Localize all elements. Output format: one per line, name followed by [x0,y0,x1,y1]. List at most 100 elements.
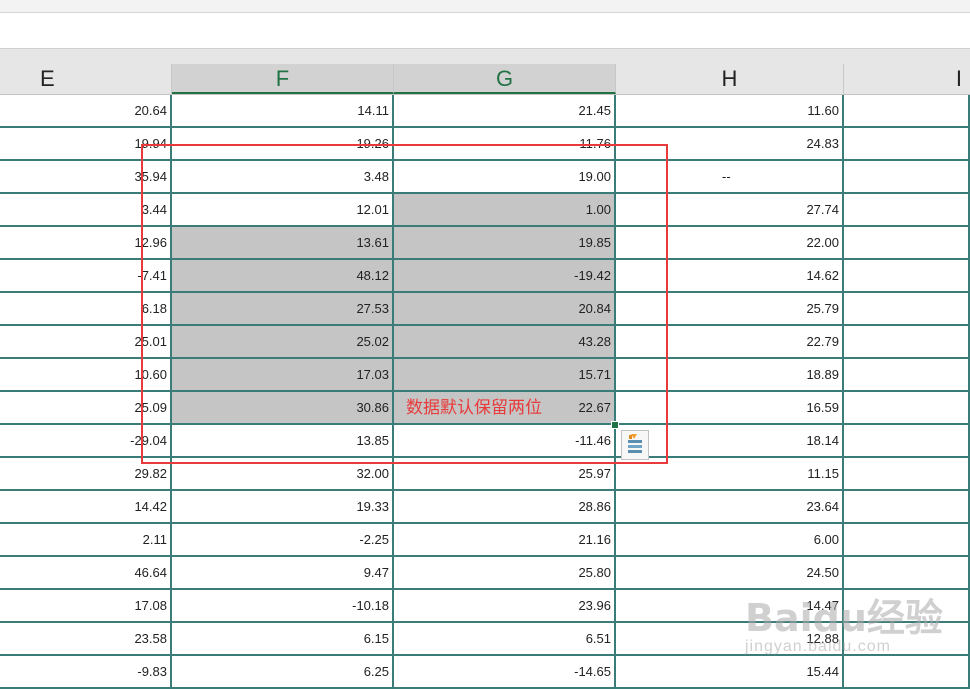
cell-i[interactable] [844,458,970,491]
cell-i[interactable] [844,161,970,194]
cell-h[interactable]: 11.15 [616,458,844,491]
cell-i[interactable] [844,491,970,524]
table-row: 17.08 -10.18 23.96 14.47 [0,590,970,623]
cell-g[interactable]: 6.51 [394,623,616,656]
cell-g[interactable]: 25.80 [394,557,616,590]
cell-f[interactable]: 27.53 [172,293,394,326]
cell-e[interactable]: -9.83 [0,656,172,689]
cell-f[interactable]: 9.47 [172,557,394,590]
cell-h[interactable]: 12.88 [616,623,844,656]
cell-i[interactable] [844,557,970,590]
cell-f[interactable]: 48.12 [172,260,394,293]
cell-g[interactable]: 19.00 [394,161,616,194]
cell-g[interactable]: 28.86 [394,491,616,524]
cell-i[interactable] [844,524,970,557]
cell-i[interactable] [844,392,970,425]
cell-f[interactable]: -2.25 [172,524,394,557]
cell-e[interactable]: 19.94 [0,128,172,161]
cell-g[interactable]: -11.46 [394,425,616,458]
cell-h[interactable]: 23.64 [616,491,844,524]
cell-i[interactable] [844,260,970,293]
cell-h[interactable]: 22.79 [616,326,844,359]
cell-i[interactable] [844,656,970,689]
cell-g[interactable]: 25.97 [394,458,616,491]
cell-e[interactable]: 23.58 [0,623,172,656]
cell-e[interactable]: 17.08 [0,590,172,623]
cell-g[interactable]: 1.00 [394,194,616,227]
cell-f[interactable]: 17.03 [172,359,394,392]
cell-i[interactable] [844,623,970,656]
cell-g[interactable]: 11.76 [394,128,616,161]
cell-i[interactable] [844,128,970,161]
table-row: 19.94 19.26 11.76 24.83 [0,128,970,161]
cell-f[interactable]: 12.01 [172,194,394,227]
cell-f[interactable]: 3.48 [172,161,394,194]
cell-e[interactable]: 29.82 [0,458,172,491]
cell-f[interactable]: 6.25 [172,656,394,689]
cell-e[interactable]: 20.64 [0,95,172,128]
column-header-i[interactable]: I [844,64,970,94]
fill-handle[interactable] [611,421,619,429]
cell-f[interactable]: 32.00 [172,458,394,491]
cell-h[interactable]: 14.47 [616,590,844,623]
cell-g[interactable]: 20.84 [394,293,616,326]
cell-i[interactable] [844,590,970,623]
cell-h[interactable]: 15.44 [616,656,844,689]
cell-f[interactable]: -10.18 [172,590,394,623]
column-header-h[interactable]: H [616,64,844,94]
cell-i[interactable] [844,227,970,260]
cell-h[interactable]: 14.62 [616,260,844,293]
cell-f[interactable]: 19.33 [172,491,394,524]
cell-h[interactable]: -- [616,161,844,194]
cell-e[interactable]: 35.94 [0,161,172,194]
cell-g[interactable]: -19.42 [394,260,616,293]
cell-i[interactable] [844,194,970,227]
cell-i[interactable] [844,293,970,326]
cell-h[interactable]: 24.83 [616,128,844,161]
cell-e[interactable]: 6.18 [0,293,172,326]
cell-h[interactable]: 16.59 [616,392,844,425]
cell-i[interactable] [844,359,970,392]
cell-e[interactable]: 46.64 [0,557,172,590]
cell-f[interactable]: 19.26 [172,128,394,161]
cell-h[interactable]: 11.60 [616,95,844,128]
cell-e[interactable]: 10.60 [0,359,172,392]
cell-g[interactable]: 21.45 [394,95,616,128]
table-row: -29.04 13.85 -11.46 18.14 [0,425,970,458]
cell-i[interactable] [844,326,970,359]
cell-e[interactable]: -7.41 [0,260,172,293]
cell-e[interactable]: 25.01 [0,326,172,359]
cell-h[interactable]: 18.14 [616,425,844,458]
cell-f[interactable]: 25.02 [172,326,394,359]
column-header-g[interactable]: G [394,64,616,94]
cell-f[interactable]: 30.86 [172,392,394,425]
cell-g[interactable]: 15.71 [394,359,616,392]
cell-e[interactable]: 3.44 [0,194,172,227]
cell-g[interactable]: -14.65 [394,656,616,689]
cell-g[interactable]: 23.96 [394,590,616,623]
cell-f[interactable]: 6.15 [172,623,394,656]
cell-e[interactable]: 12.96 [0,227,172,260]
column-header-e[interactable]: E [0,64,172,94]
cell-h[interactable]: 22.00 [616,227,844,260]
cell-h[interactable]: 24.50 [616,557,844,590]
cell-f[interactable]: 13.85 [172,425,394,458]
cell-f[interactable]: 13.61 [172,227,394,260]
quick-analysis-button[interactable] [621,430,649,460]
cell-g[interactable]: 43.28 [394,326,616,359]
cell-e[interactable]: -29.04 [0,425,172,458]
formula-bar[interactable] [0,13,970,49]
cell-e[interactable]: 14.42 [0,491,172,524]
column-header-f[interactable]: F [172,64,394,94]
cell-f[interactable]: 14.11 [172,95,394,128]
cell-g[interactable]: 21.16 [394,524,616,557]
cell-h[interactable]: 27.74 [616,194,844,227]
cell-i[interactable] [844,95,970,128]
cell-g[interactable]: 19.85 [394,227,616,260]
cell-h[interactable]: 6.00 [616,524,844,557]
cell-e[interactable]: 2.11 [0,524,172,557]
cell-e[interactable]: 25.09 [0,392,172,425]
cell-h[interactable]: 18.89 [616,359,844,392]
cell-i[interactable] [844,425,970,458]
cell-h[interactable]: 25.79 [616,293,844,326]
